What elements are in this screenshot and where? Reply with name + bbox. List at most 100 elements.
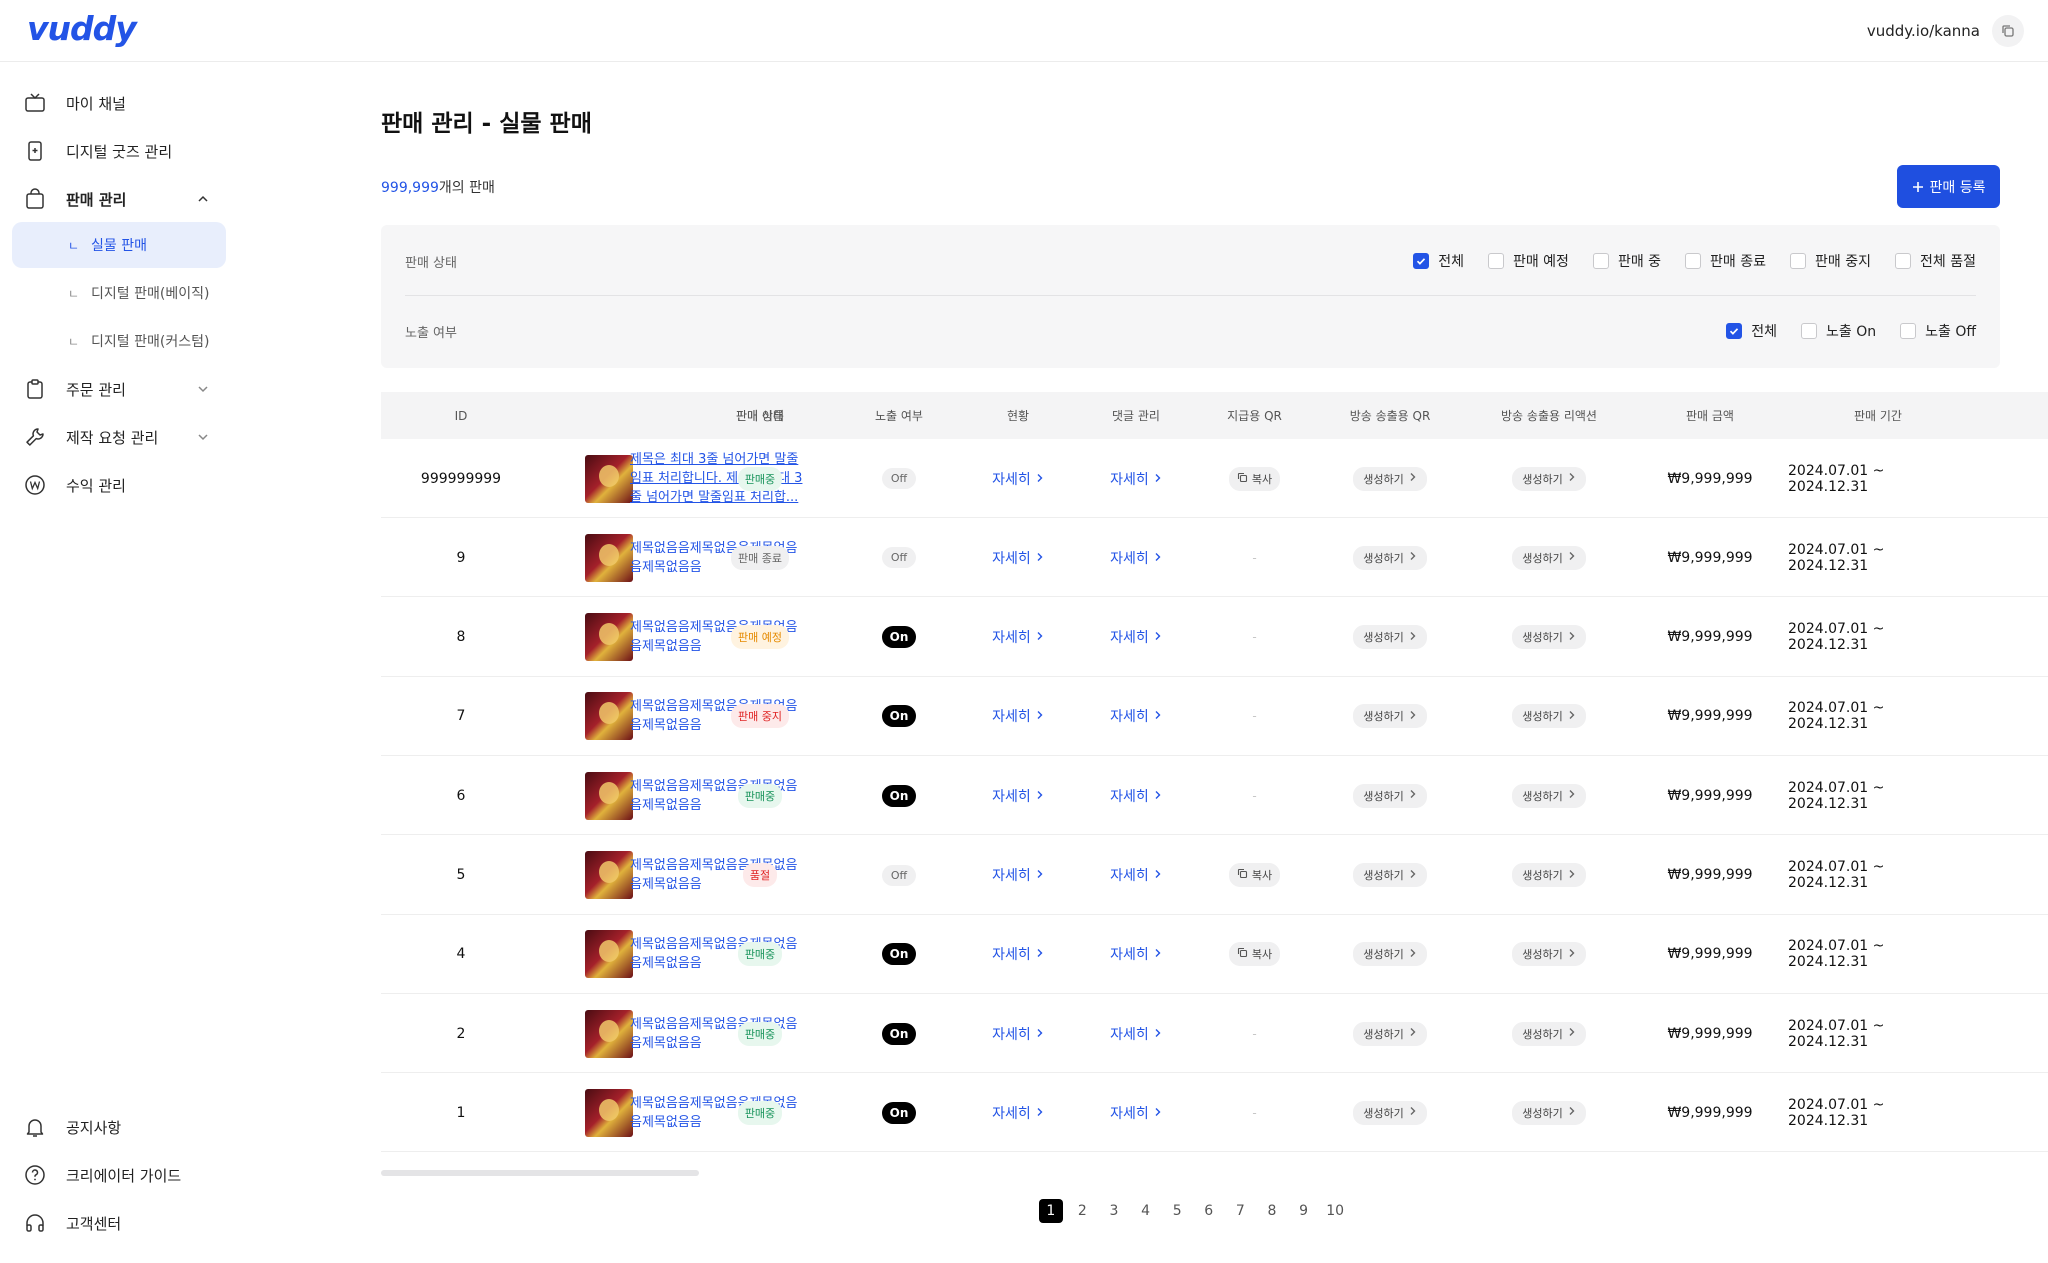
generate-broadcast-qr-button[interactable]: 생성하기 <box>1353 625 1427 650</box>
copy-qr-button[interactable]: 복사 <box>1228 863 1281 887</box>
comments-detail-link[interactable]: 자세히 <box>1110 548 1162 568</box>
comments-detail-link[interactable]: 자세히 <box>1110 944 1162 964</box>
copy-url-button[interactable] <box>1992 15 2024 47</box>
vuddy-logo[interactable]: vuddy <box>27 9 137 48</box>
exposure-badge[interactable]: Off <box>881 547 917 569</box>
page-button-1[interactable]: 1 <box>1035 1199 1067 1223</box>
horizontal-scrollbar[interactable] <box>381 1170 699 1176</box>
generate-broadcast-qr-button[interactable]: 생성하기 <box>1353 942 1427 967</box>
comments-detail-link[interactable]: 자세히 <box>1110 1103 1162 1123</box>
exposure-badge[interactable]: On <box>881 784 917 807</box>
comments-detail-link[interactable]: 자세히 <box>1110 1024 1162 1044</box>
checkbox[interactable] <box>1487 253 1504 269</box>
status-option-1[interactable]: 판매 예정 <box>1487 251 1569 271</box>
sidebar-item-notices[interactable]: 공지사항 <box>12 1104 226 1150</box>
table-row[interactable]: 2 제목없음음제목없음음제목없음음제목없음음 판매중 On 자세히 자세히 - 생성하기 생성하… <box>381 994 2048 1074</box>
status-detail-link[interactable]: 자세히 <box>992 1103 1044 1123</box>
table-row[interactable]: 6 제목없음음제목없음음제목없음음제목없음음 판매중 On 자세히 자세히 - 생성하기 생성하… <box>381 756 2048 836</box>
comments-detail-link[interactable]: 자세히 <box>1110 706 1162 726</box>
generate-broadcast-reaction-button[interactable]: 생성하기 <box>1512 625 1586 650</box>
exposure-badge[interactable]: On <box>881 705 917 728</box>
sidebar-item-sales[interactable]: 판매 관리 <box>12 176 226 222</box>
status-detail-link[interactable]: 자세히 <box>992 706 1044 726</box>
page-button-8[interactable]: 8 <box>1256 1199 1288 1223</box>
page-button-3[interactable]: 3 <box>1098 1199 1130 1223</box>
table-row[interactable]: 9 제목없음음제목없음음제목없음음제목없음음 판매 종료 Off 자세히 자세히 - 생성하기… <box>381 518 2048 598</box>
generate-broadcast-reaction-button[interactable]: 생성하기 <box>1512 942 1586 967</box>
generate-broadcast-reaction-button[interactable]: 생성하기 <box>1512 1021 1586 1046</box>
sidebar-sub-item-digital-basic[interactable]: ㄴ 디지털 판매(베이직) <box>12 270 226 316</box>
product-thumbnail[interactable] <box>584 692 633 741</box>
status-detail-link[interactable]: 자세히 <box>992 865 1044 885</box>
product-thumbnail[interactable] <box>584 771 633 820</box>
generate-broadcast-reaction-button[interactable]: 생성하기 <box>1512 545 1586 570</box>
checkbox[interactable] <box>1726 323 1743 339</box>
table-row[interactable]: 999999999 제목은 최대 3줄 넘어가면 말줄임표 처리합니다. 제목은 … <box>381 439 2048 518</box>
table-row[interactable]: 7 제목없음음제목없음음제목없음음제목없음음 판매 중지 On 자세히 자세히 - 생성하기 생… <box>381 677 2048 756</box>
generate-broadcast-reaction-button[interactable]: 생성하기 <box>1512 704 1586 729</box>
page-button-9[interactable]: 9 <box>1288 1199 1320 1223</box>
generate-broadcast-reaction-button[interactable]: 생성하기 <box>1512 1100 1586 1125</box>
checkbox[interactable] <box>1413 253 1430 269</box>
checkbox[interactable] <box>1790 253 1807 269</box>
checkbox[interactable] <box>1592 253 1609 269</box>
exposure-badge[interactable]: On <box>881 626 917 649</box>
add-sale-button[interactable]: 판매 등록 <box>1897 165 2000 208</box>
status-detail-link[interactable]: 자세히 <box>992 944 1044 964</box>
status-option-4[interactable]: 판매 중지 <box>1790 251 1871 271</box>
product-thumbnail[interactable] <box>584 613 633 662</box>
page-button-6[interactable]: 6 <box>1193 1199 1225 1223</box>
product-thumbnail[interactable] <box>584 454 633 503</box>
copy-qr-button[interactable]: 복사 <box>1228 466 1281 491</box>
product-thumbnail[interactable] <box>584 533 633 582</box>
product-thumbnail[interactable] <box>584 1009 633 1058</box>
status-detail-link[interactable]: 자세히 <box>992 627 1044 647</box>
generate-broadcast-qr-button[interactable]: 생성하기 <box>1353 704 1427 729</box>
sidebar-item-revenue[interactable]: 수익 관리 <box>12 462 226 508</box>
table-row[interactable]: 5 제목없음음제목없음음제목없음음제목없음음 품절 Off 자세히 자세히 복사 생성하기 생성… <box>381 836 2048 915</box>
exposure-badge[interactable]: Off <box>881 864 917 886</box>
generate-broadcast-qr-button[interactable]: 생성하기 <box>1353 466 1427 491</box>
exposure-badge[interactable]: Off <box>881 468 917 489</box>
status-option-0[interactable]: 전체 <box>1413 251 1464 271</box>
sidebar-sub-item-digital-custom[interactable]: ㄴ 디지털 판매(커스텀) <box>12 318 226 364</box>
generate-broadcast-reaction-button[interactable]: 생성하기 <box>1512 863 1586 887</box>
generate-broadcast-qr-button[interactable]: 생성하기 <box>1353 545 1427 570</box>
comments-detail-link[interactable]: 자세히 <box>1110 627 1162 647</box>
generate-broadcast-qr-button[interactable]: 생성하기 <box>1353 1100 1427 1125</box>
generate-broadcast-qr-button[interactable]: 생성하기 <box>1353 783 1427 808</box>
generate-broadcast-qr-button[interactable]: 생성하기 <box>1353 863 1427 887</box>
sidebar-item-my-channel[interactable]: 마이 채널 <box>12 80 226 126</box>
page-button-4[interactable]: 4 <box>1130 1199 1162 1223</box>
sidebar-item-creator-guide[interactable]: 크리에이터 가이드 <box>12 1152 226 1198</box>
exposure-badge[interactable]: On <box>881 1022 917 1045</box>
sidebar-item-orders[interactable]: 주문 관리 <box>12 366 226 412</box>
exposure-option-2[interactable]: 노출 Off <box>1900 321 1976 341</box>
generate-broadcast-reaction-button[interactable]: 생성하기 <box>1512 466 1586 491</box>
checkbox[interactable] <box>1801 323 1817 339</box>
exposure-option-0[interactable]: 전체 <box>1726 321 1777 341</box>
table-row[interactable]: 4 제목없음음제목없음음제목없음음제목없음음 판매중 On 자세히 자세히 복사 생성하기 생성… <box>381 915 2048 994</box>
product-thumbnail[interactable] <box>584 930 633 979</box>
generate-broadcast-qr-button[interactable]: 생성하기 <box>1353 1021 1427 1046</box>
page-button-2[interactable]: 2 <box>1067 1199 1099 1223</box>
page-button-7[interactable]: 7 <box>1225 1199 1257 1223</box>
exposure-option-1[interactable]: 노출 On <box>1801 321 1876 341</box>
sidebar-sub-item-physical-sales[interactable]: ㄴ 실물 판매 <box>12 222 226 268</box>
table-row[interactable]: 1 제목없음음제목없음음제목없음음제목없음음 판매중 On 자세히 자세히 - 생성하기 생성하… <box>381 1073 2048 1153</box>
product-thumbnail[interactable] <box>584 1088 633 1137</box>
product-thumbnail[interactable] <box>584 851 633 899</box>
comments-detail-link[interactable]: 자세히 <box>1110 865 1162 885</box>
generate-broadcast-reaction-button[interactable]: 생성하기 <box>1512 783 1586 808</box>
status-detail-link[interactable]: 자세히 <box>992 548 1044 568</box>
checkbox[interactable] <box>1900 323 1917 339</box>
table-row[interactable]: 8 제목없음음제목없음음제목없음음제목없음음 판매 예정 On 자세히 자세히 - 생성하기 생… <box>381 598 2048 677</box>
exposure-badge[interactable]: On <box>881 1101 917 1124</box>
checkbox[interactable] <box>1895 253 1912 269</box>
sidebar-item-digital-goods[interactable]: 디지털 굿즈 관리 <box>12 128 226 174</box>
status-option-2[interactable]: 판매 중 <box>1592 251 1661 271</box>
status-detail-link[interactable]: 자세히 <box>992 469 1044 489</box>
status-option-5[interactable]: 전체 품절 <box>1895 251 1976 271</box>
page-button-10[interactable]: 10 <box>1319 1199 1351 1223</box>
status-detail-link[interactable]: 자세히 <box>992 786 1044 806</box>
